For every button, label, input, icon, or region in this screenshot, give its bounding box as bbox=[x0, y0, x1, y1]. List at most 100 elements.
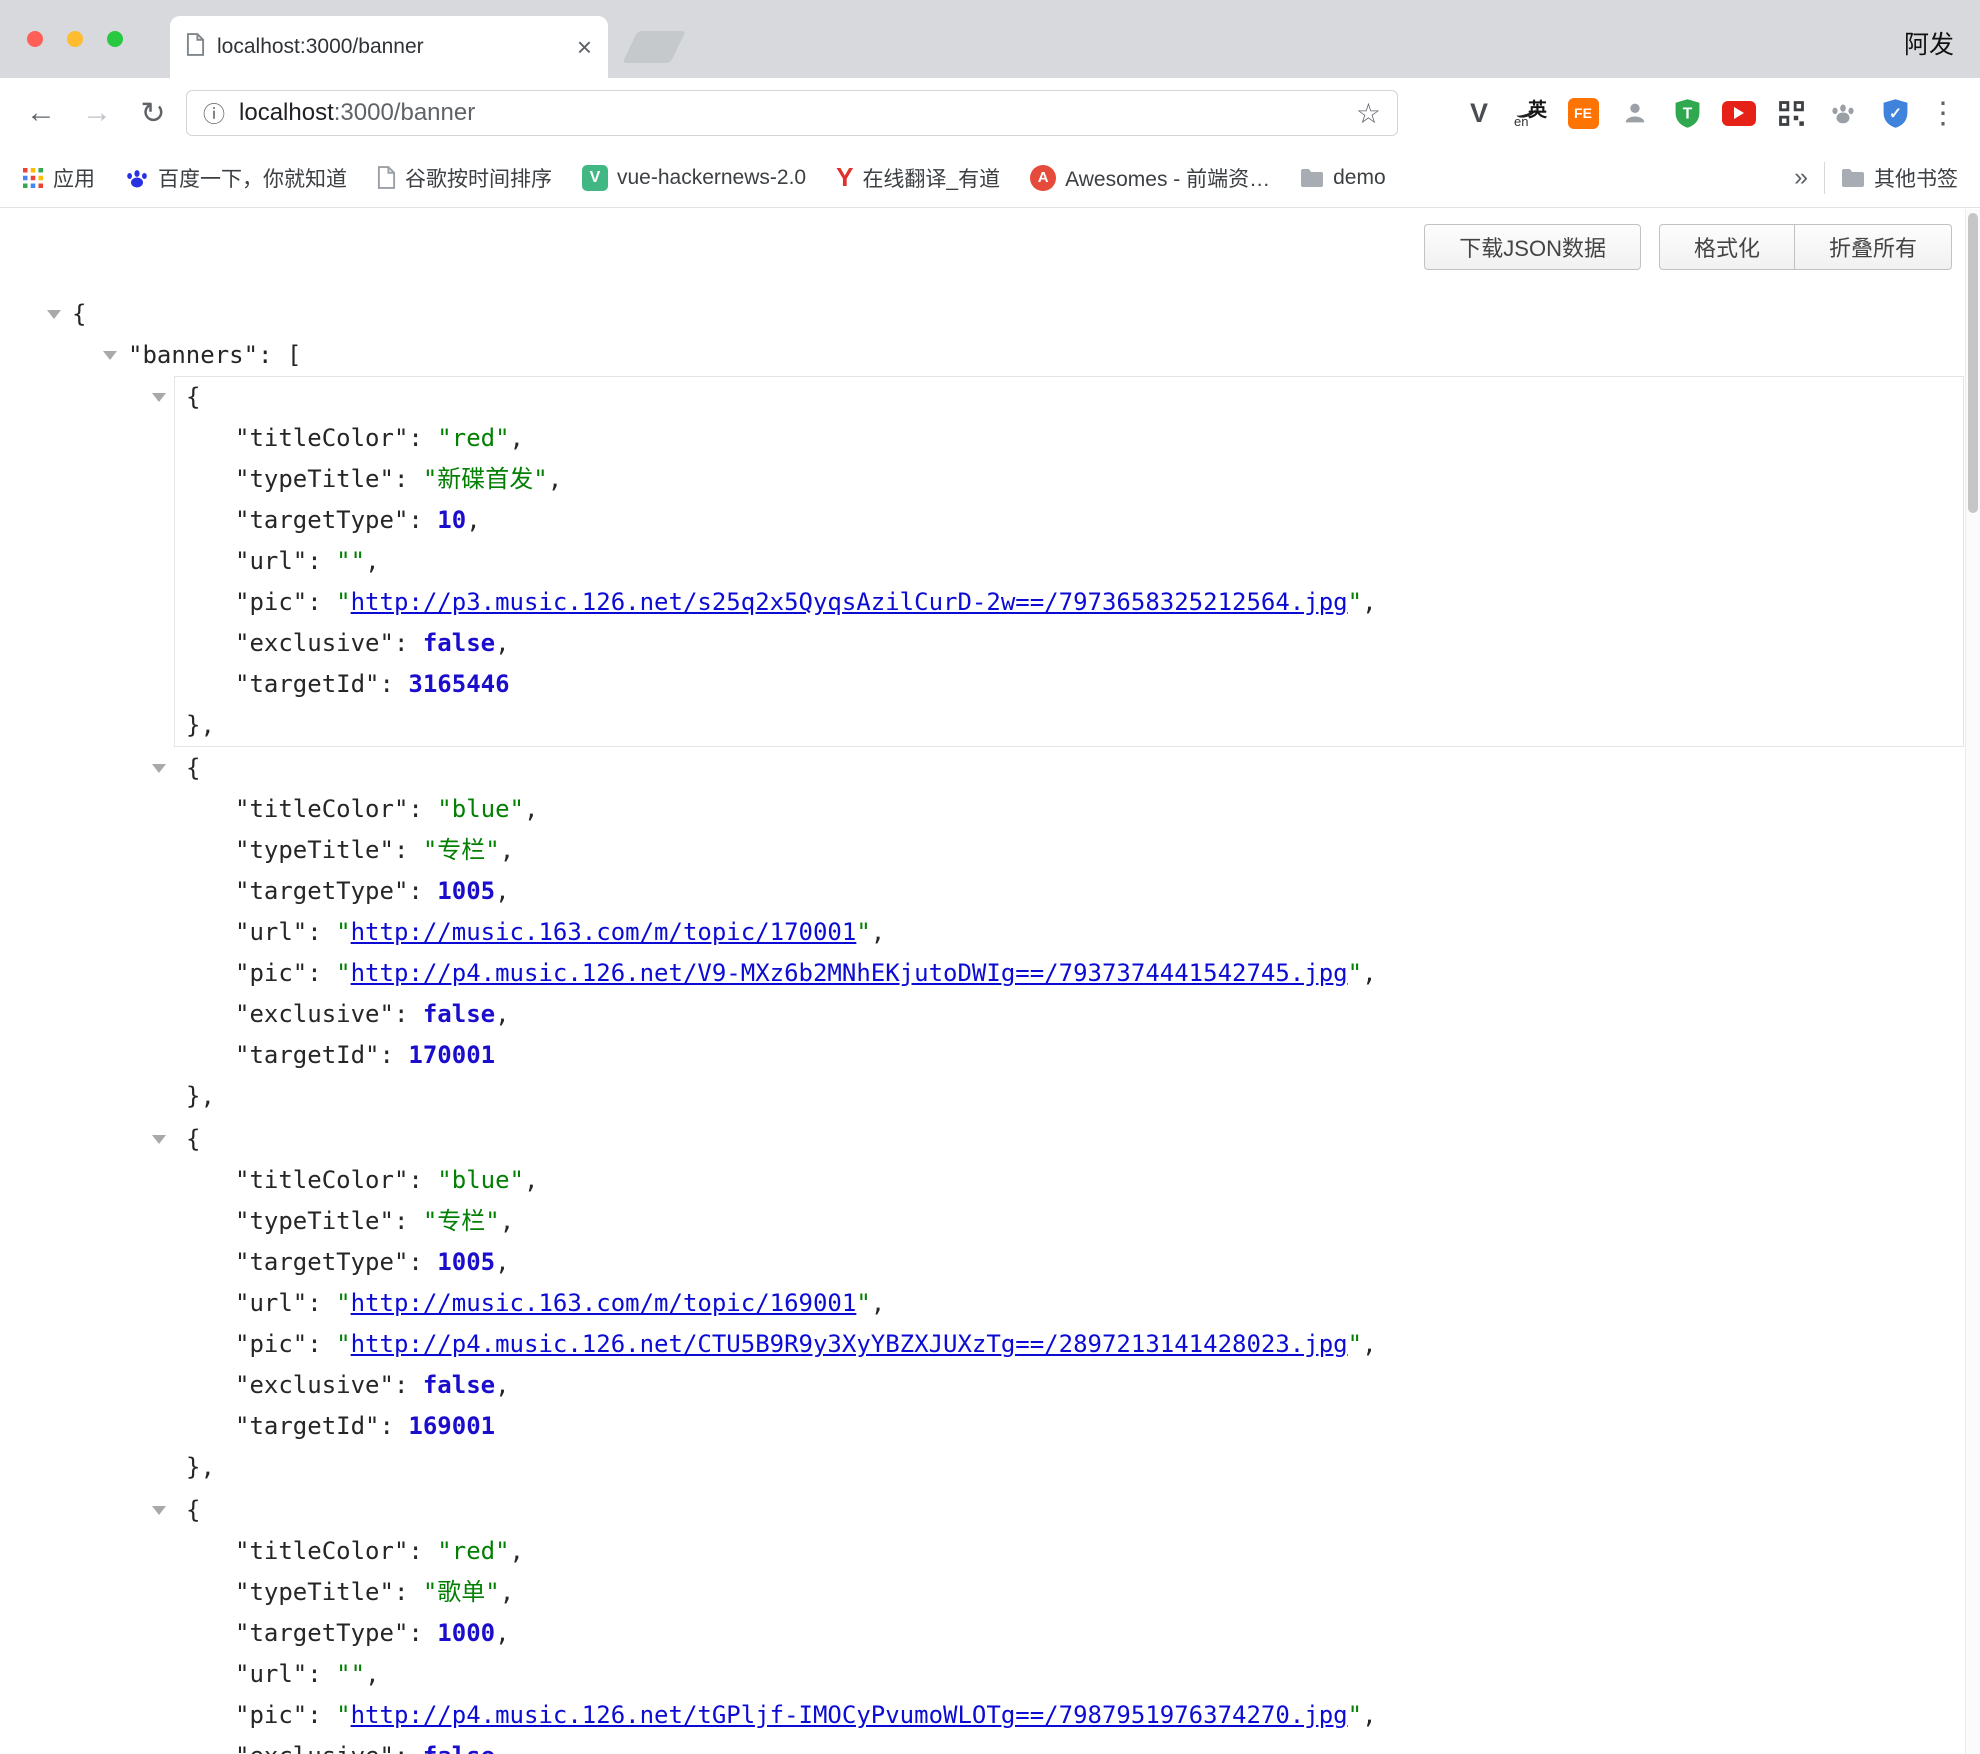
fullscreen-window-button[interactable] bbox=[107, 31, 123, 47]
json-comma: , bbox=[871, 918, 885, 946]
json-string-value: "新碟首发" bbox=[423, 465, 548, 493]
json-value: "http://music.163.com/m/topic/169001" bbox=[336, 1289, 871, 1317]
youdao-y-icon: Y bbox=[836, 162, 853, 193]
json-value: "歌单" bbox=[423, 1578, 500, 1606]
json-comma: , bbox=[1362, 959, 1376, 987]
bookmark-item-vue-hackernews[interactable]: V vue-hackernews-2.0 bbox=[582, 165, 806, 191]
json-array-level: { "titleColor": "red", "typeTitle": "新碟首发"… bbox=[158, 376, 1980, 1754]
qrcode-extension-icon[interactable] bbox=[1772, 94, 1810, 132]
json-link[interactable]: http://p4.music.126.net/CTU5B9R9y3XyYBZX… bbox=[351, 1330, 1348, 1358]
forward-button[interactable]: → bbox=[74, 90, 120, 136]
json-line: }, bbox=[186, 1447, 1963, 1488]
collapse-triangle-icon[interactable] bbox=[152, 1506, 166, 1515]
new-tab-button[interactable] bbox=[622, 31, 686, 63]
json-punct: : bbox=[307, 1330, 336, 1358]
json-key: "typeTitle" bbox=[235, 1578, 394, 1606]
reload-button[interactable]: ↻ bbox=[130, 90, 176, 136]
json-link[interactable]: http://p3.music.126.net/s25q2x5QyqsAzilC… bbox=[351, 588, 1348, 616]
close-tab-icon[interactable]: × bbox=[577, 34, 592, 60]
bookmarks-overflow-icon[interactable]: » bbox=[1794, 163, 1808, 192]
fehelper-letters: FE bbox=[1568, 98, 1599, 129]
json-boolean-value: false bbox=[423, 1371, 495, 1399]
json-value: 1005 bbox=[437, 1248, 495, 1276]
folder-icon bbox=[1841, 168, 1865, 188]
minimize-window-button[interactable] bbox=[67, 31, 83, 47]
json-number-value: 3165446 bbox=[408, 670, 509, 698]
json-brace: { bbox=[186, 1125, 200, 1153]
site-info-icon[interactable]: ⓘ bbox=[203, 97, 225, 129]
json-line: "pic": "http://p4.music.126.net/CTU5B9R9… bbox=[235, 1324, 1963, 1365]
json-key: "pic" bbox=[235, 959, 307, 987]
browser-tab[interactable]: localhost:3000/banner × bbox=[170, 16, 608, 78]
collapse-triangle-icon[interactable] bbox=[103, 351, 117, 360]
collapse-triangle-icon[interactable] bbox=[152, 393, 166, 402]
t-shield-extension-icon[interactable]: T bbox=[1668, 94, 1706, 132]
url-host: localhost bbox=[239, 99, 334, 126]
collapse-triangle-icon[interactable] bbox=[152, 1135, 166, 1144]
json-quote: " bbox=[1348, 588, 1362, 616]
bookmark-item-youdao[interactable]: Y 在线翻译_有道 bbox=[836, 162, 1000, 193]
bookmark-star-icon[interactable]: ☆ bbox=[1356, 97, 1381, 130]
json-key: "typeTitle" bbox=[235, 1207, 394, 1235]
close-window-button[interactable] bbox=[27, 31, 43, 47]
youtube-extension-icon[interactable] bbox=[1720, 94, 1758, 132]
json-key: "exclusive" bbox=[235, 1742, 394, 1754]
json-comma: , bbox=[548, 465, 562, 493]
scrollbar-thumb[interactable] bbox=[1968, 213, 1978, 513]
json-line: "titleColor": "red", bbox=[235, 1531, 1963, 1572]
vimium-letter: V bbox=[1470, 98, 1488, 129]
json-line: "exclusive": false, bbox=[235, 623, 1963, 664]
tab-strip: localhost:3000/banner × 阿发 bbox=[0, 0, 1980, 78]
json-punct: : bbox=[394, 1000, 423, 1028]
json-comma: , bbox=[365, 547, 379, 575]
translate-extension-icon[interactable]: en 英 bbox=[1512, 94, 1550, 132]
json-punct: : bbox=[307, 547, 336, 575]
collapse-triangle-icon[interactable] bbox=[152, 764, 166, 773]
vimium-extension-icon[interactable]: V bbox=[1460, 94, 1498, 132]
json-punct: : [ bbox=[258, 341, 301, 369]
bookmark-item-demo[interactable]: demo bbox=[1300, 166, 1386, 190]
collapse-all-button[interactable]: 折叠所有 bbox=[1794, 224, 1952, 270]
json-quote: " bbox=[1348, 1330, 1362, 1358]
scrollbar[interactable] bbox=[1965, 209, 1980, 1754]
json-punct: : bbox=[394, 1742, 423, 1754]
bookmark-item-google-sort[interactable]: 谷歌按时间排序 bbox=[377, 163, 552, 193]
json-link[interactable]: http://music.163.com/m/topic/170001 bbox=[351, 918, 857, 946]
json-link[interactable]: http://p4.music.126.net/V9-MXz6b2MNhEKju… bbox=[351, 959, 1348, 987]
bookmark-item-apps[interactable]: 应用 bbox=[22, 163, 95, 193]
fehelper-extension-icon[interactable]: FE bbox=[1564, 94, 1602, 132]
json-punct: : bbox=[394, 465, 423, 493]
bookmark-label: demo bbox=[1333, 166, 1386, 190]
json-key: "targetType" bbox=[235, 506, 408, 534]
collapse-triangle-icon[interactable] bbox=[47, 310, 61, 319]
json-number-value: 170001 bbox=[408, 1041, 495, 1069]
chrome-menu-icon[interactable]: ⋮ bbox=[1928, 96, 1958, 131]
bookmark-item-baidu[interactable]: 百度一下，你就知道 bbox=[125, 163, 347, 193]
contacts-extension-icon[interactable] bbox=[1616, 94, 1654, 132]
security-shield-extension-icon[interactable]: ✓ bbox=[1876, 94, 1914, 132]
page-favicon-icon bbox=[186, 33, 205, 61]
json-object: {"titleColor": "red","typeTitle": "新碟首发"… bbox=[174, 376, 1964, 747]
json-quote: " bbox=[336, 1330, 350, 1358]
json-string-value: "red" bbox=[437, 424, 509, 452]
paw-extension-icon[interactable] bbox=[1824, 94, 1862, 132]
json-comma: , bbox=[500, 1207, 514, 1235]
json-line: "targetType": 1005, bbox=[235, 1242, 1963, 1283]
json-value: false bbox=[423, 1371, 495, 1399]
other-bookmarks[interactable]: 其他书签 bbox=[1841, 163, 1958, 193]
json-key: "exclusive" bbox=[235, 1371, 394, 1399]
json-quote: " bbox=[336, 1701, 350, 1729]
address-bar[interactable]: ⓘ localhost:3000/banner ☆ bbox=[186, 90, 1398, 136]
bookmark-item-awesomes[interactable]: A Awesomes - 前端资… bbox=[1030, 163, 1270, 193]
green-shield-icon: T bbox=[1673, 98, 1702, 129]
format-button[interactable]: 格式化 bbox=[1659, 224, 1794, 270]
person-icon bbox=[1621, 99, 1649, 127]
json-link[interactable]: http://p4.music.126.net/tGPljf-IMOCyPvum… bbox=[351, 1701, 1348, 1729]
json-line: "targetType": 1000, bbox=[235, 1613, 1963, 1654]
json-link[interactable]: http://music.163.com/m/topic/169001 bbox=[351, 1289, 857, 1317]
download-json-button[interactable]: 下载JSON数据 bbox=[1424, 224, 1641, 270]
bookmark-label: vue-hackernews-2.0 bbox=[617, 166, 806, 190]
json-line: }, bbox=[186, 705, 1963, 746]
json-line: "url": "http://music.163.com/m/topic/169… bbox=[235, 1283, 1963, 1324]
back-button[interactable]: ← bbox=[18, 90, 64, 136]
